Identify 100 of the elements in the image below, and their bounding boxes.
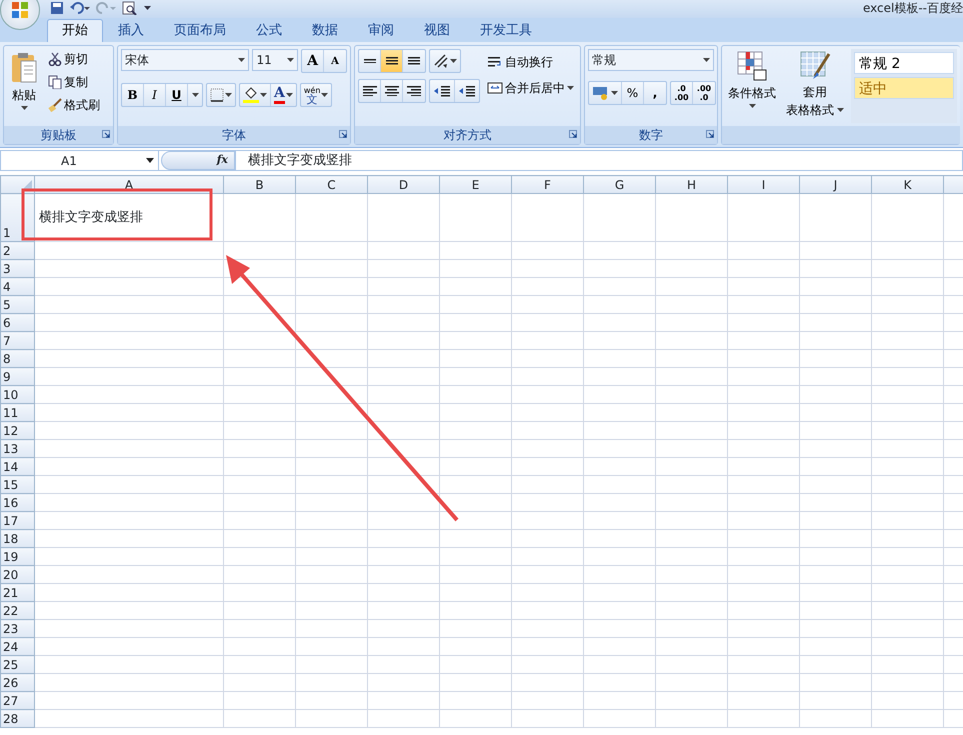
caret-icon: [748, 104, 756, 108]
column-header[interactable]: F: [512, 176, 584, 194]
caret-icon: [238, 58, 246, 62]
row-header[interactable]: 21: [0, 584, 34, 602]
caret-icon: [286, 93, 293, 97]
bold-button[interactable]: B: [122, 84, 144, 106]
redo-icon: [96, 1, 116, 15]
row-header[interactable]: 12: [0, 422, 34, 440]
font-color-button[interactable]: A: [271, 84, 296, 106]
fill-color-button[interactable]: [240, 84, 271, 106]
wrap-text-button[interactable]: 自动换行: [484, 52, 577, 72]
column-header[interactable]: B: [224, 176, 296, 194]
office-logo: [12, 2, 28, 18]
row-header[interactable]: 22: [0, 602, 34, 620]
paste-button[interactable]: 粘贴: [7, 49, 41, 123]
phonetic-button[interactable]: wén 文: [300, 84, 332, 106]
caret-icon: [837, 108, 844, 112]
ribbon-tab[interactable]: 插入: [103, 19, 159, 42]
row-header[interactable]: 20: [0, 566, 34, 584]
ribbon-tab[interactable]: 数据: [297, 19, 353, 42]
row-header[interactable]: 14: [0, 458, 34, 476]
caret-icon: [611, 91, 618, 95]
increase-decimal-button[interactable]: .0 .00: [671, 82, 693, 104]
row-header[interactable]: 26: [0, 674, 34, 692]
table-brush-icon: [799, 50, 831, 82]
row-header[interactable]: 4: [0, 278, 34, 296]
align-icon: [364, 58, 376, 64]
ribbon-tab[interactable]: 开始: [47, 19, 103, 42]
ribbon-tab[interactable]: 开发工具: [465, 19, 547, 42]
ribbon-tab[interactable]: 页面布局: [159, 19, 241, 42]
percent-button[interactable]: %: [622, 82, 644, 104]
format-painter-button[interactable]: 格式刷: [45, 95, 103, 115]
font-size-field[interactable]: 11: [252, 49, 298, 71]
column-header[interactable]: H: [656, 176, 728, 194]
group-label: 对齐方式: [444, 128, 492, 142]
row-header[interactable]: 3: [0, 260, 34, 278]
row-header[interactable]: 5: [0, 296, 34, 314]
italic-button[interactable]: I: [144, 84, 166, 106]
merge-center-button[interactable]: 合并后居中: [484, 78, 577, 98]
window-title: excel模板--百度经: [862, 0, 963, 16]
insert-function-button[interactable]: fx: [216, 152, 228, 169]
wrap-text-icon: [487, 55, 503, 69]
copy-button[interactable]: 复制: [45, 72, 103, 92]
select-all-button[interactable]: [0, 176, 34, 194]
comma-button[interactable]: ,: [644, 82, 666, 104]
row-header[interactable]: 18: [0, 530, 34, 548]
conditional-format-button[interactable]: 条件格式: [725, 49, 779, 123]
underline-button[interactable]: U: [166, 84, 188, 106]
row-header[interactable]: 15: [0, 476, 34, 494]
dialog-launcher-icon[interactable]: [569, 130, 577, 138]
group-label: 数字: [639, 128, 663, 142]
row-header[interactable]: 23: [0, 620, 34, 638]
font-name-field[interactable]: 宋体: [121, 49, 250, 71]
row-header[interactable]: 24: [0, 638, 34, 656]
column-header[interactable]: G: [584, 176, 656, 194]
name-box[interactable]: A1: [1, 151, 159, 170]
format-as-table-button[interactable]: 套用 表格格式: [783, 49, 847, 123]
ribbon-tab[interactable]: 审阅: [353, 19, 409, 42]
ribbon-tab[interactable]: 视图: [409, 19, 465, 42]
row-header[interactable]: 11: [0, 404, 34, 422]
row-header[interactable]: 17: [0, 512, 34, 530]
vertical-align-button[interactable]: [381, 50, 403, 72]
column-header[interactable]: D: [368, 176, 440, 194]
row-header[interactable]: 16: [0, 494, 34, 512]
cell-style-item[interactable]: 适中: [854, 77, 954, 99]
dialog-launcher-icon[interactable]: [102, 130, 110, 138]
number-format-field[interactable]: 常规: [588, 49, 714, 71]
row-header[interactable]: 27: [0, 692, 34, 710]
copy-icon: [48, 75, 62, 89]
row-header[interactable]: 13: [0, 440, 34, 458]
row-header[interactable]: 8: [0, 350, 34, 368]
merge-cells-icon: [487, 81, 503, 95]
column-header[interactable]: I: [728, 176, 800, 194]
ribbon-tab[interactable]: 公式: [241, 19, 297, 42]
group-label: 字体: [222, 128, 246, 142]
row-header[interactable]: 6: [0, 314, 34, 332]
grow-font-button[interactable]: A: [302, 50, 324, 72]
brush-icon: [48, 98, 62, 112]
caret-icon: [567, 86, 574, 90]
row-header[interactable]: 2: [0, 242, 34, 260]
row-header[interactable]: 25: [0, 656, 34, 674]
shrink-font-button[interactable]: A: [324, 50, 346, 72]
dialog-launcher-icon[interactable]: [339, 130, 347, 138]
column-header[interactable]: E: [440, 176, 512, 194]
column-header[interactable]: J: [800, 176, 872, 194]
column-header[interactable]: C: [296, 176, 368, 194]
row-header[interactable]: 10: [0, 386, 34, 404]
column-header[interactable]: K: [872, 176, 944, 194]
cell-style-item[interactable]: 常规 2: [854, 52, 954, 74]
cut-button[interactable]: 剪切: [45, 49, 103, 69]
row-header[interactable]: 9: [0, 368, 34, 386]
dialog-launcher-icon[interactable]: [706, 130, 714, 138]
formula-field[interactable]: 横排文字变成竖排: [235, 151, 962, 170]
row-header[interactable]: 7: [0, 332, 34, 350]
row-header[interactable]: 28: [0, 710, 34, 728]
formula-bar-handle[interactable]: fx: [161, 151, 235, 170]
corner-triangle-icon: [22, 180, 32, 190]
decrease-decimal-button[interactable]: .00 .0: [693, 82, 715, 104]
caret-icon: [287, 58, 294, 62]
row-header[interactable]: 19: [0, 548, 34, 566]
